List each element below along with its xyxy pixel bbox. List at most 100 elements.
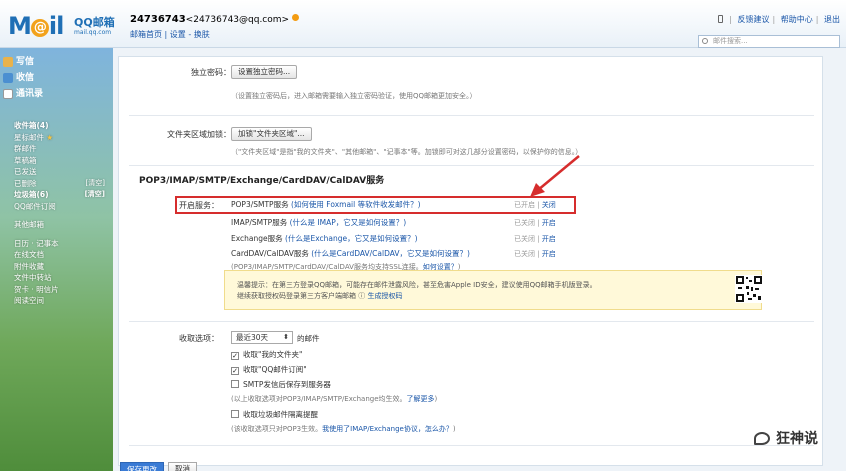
checkbox-smtp-save[interactable]: SMTP发信后保存到服务器: [231, 379, 331, 390]
sidebar-item-starred[interactable]: 星标邮件 ★: [0, 132, 113, 144]
checkbox-junk-reminder[interactable]: 收取垃圾邮件隔离提醒: [231, 409, 318, 420]
sidebar-item-inbox[interactable]: 收件箱(4): [0, 120, 113, 132]
divider: [129, 165, 814, 166]
inbox-icon: [3, 73, 13, 83]
sidebar-item-reading[interactable]: 阅读空间: [0, 295, 113, 307]
warning-text: 温馨提示：在第三方登录QQ邮箱，可能存在邮件泄露风险，甚至危害Apple ID安…: [237, 280, 597, 302]
user-id: 24736743: [130, 14, 186, 25]
qq-mail-logo[interactable]: M @ il QQ邮箱 mail.qq.com: [8, 12, 115, 40]
feedback-link[interactable]: 反馈建议: [738, 15, 770, 24]
help-link[interactable]: 帮助中心: [781, 15, 813, 24]
receive-options-label: 收取选项：: [179, 334, 219, 343]
top-header: M @ il QQ邮箱 mail.qq.com 24736743<24736743@…: [0, 0, 846, 48]
phone-icon[interactable]: [718, 15, 724, 23]
logo-sub-text: mail.qq.com: [74, 29, 112, 36]
service-row-exchange: Exchange服务 (什么是Exchange，它又是如何设置？): [231, 233, 418, 244]
service-name: CardDAV/CalDAV服务: [231, 249, 309, 258]
warning-line-1: 温馨提示：在第三方登录QQ邮箱，可能存在邮件泄露风险，甚至危害Apple ID安…: [237, 281, 597, 289]
checkbox-label: 收取"我的文件夹": [243, 350, 303, 359]
search-icon: [702, 38, 708, 44]
pop3-highlight-box: [175, 196, 576, 214]
checkbox-icon[interactable]: ✓: [231, 352, 239, 360]
pop-section-title: POP3/IMAP/SMTP/Exchange/CardDAV/CalDAV服务: [139, 176, 385, 186]
service-name: IMAP/SMTP服务: [231, 218, 288, 227]
set-independent-password-button[interactable]: 设置独立密码...: [231, 65, 298, 79]
checkbox-subscriptions[interactable]: ✓ 收取"QQ邮件订阅": [231, 364, 307, 375]
compose-label: 写信: [16, 57, 35, 67]
settings-panel: 独立密码： 设置独立密码... （设置独立密码后，进入邮箱需要输入独立密码验证，…: [118, 56, 823, 466]
qr-code-icon: [735, 275, 763, 303]
folder-list: 收件箱(4) 星标邮件 ★ 群邮件 草稿箱 已发送 已删除 [清空] 垃圾箱(6)…: [0, 120, 113, 307]
divider: [129, 321, 814, 322]
receive-label: 收信: [16, 73, 35, 83]
logo-mail-text: M @ il: [8, 12, 64, 40]
sidebar-item-file-transfer[interactable]: 文件中转站: [0, 272, 113, 284]
receive-note: (以上收取选项对POP3/IMAP/SMTP/Exchange均生效。了解更多): [231, 395, 438, 403]
contacts-label: 通讯录: [16, 89, 44, 99]
learn-more-link[interactable]: 了解更多: [407, 395, 435, 403]
checkbox-icon[interactable]: [231, 410, 239, 418]
starred-label: 星标邮件: [14, 132, 44, 142]
cancel-button[interactable]: 取消: [168, 462, 197, 471]
sidebar: 写信 收信 通讯录 收件箱(4) 星标邮件 ★ 群邮件 草稿箱 已发送 已删除 […: [0, 48, 113, 471]
sidebar-item-cards[interactable]: 贺卡 · 明信片: [0, 284, 113, 296]
receive-range-select[interactable]: 最近30天 ⬍: [231, 331, 293, 344]
contacts-button[interactable]: 通讯录: [0, 86, 113, 102]
clear-junk-link[interactable]: [清空]: [85, 189, 105, 201]
checkbox-icon[interactable]: ✓: [231, 367, 239, 375]
receive-note-text: (以上收取选项对POP3/IMAP/SMTP/Exchange均生效。: [231, 395, 407, 403]
user-email: <24736743@qq.com>: [185, 15, 290, 25]
sidebar-item-deleted[interactable]: 已删除 [清空]: [0, 178, 113, 190]
status-text: 已关闭: [514, 250, 535, 258]
sidebar-item-sent[interactable]: 已发送: [0, 166, 113, 178]
checkbox-my-folders[interactable]: ✓ 收取"我的文件夹": [231, 349, 302, 360]
independent-password-note: （设置独立密码后，进入邮箱需要输入独立密码验证，使用QQ邮箱更加安全。）: [231, 92, 477, 100]
deleted-label: 已删除: [14, 178, 37, 188]
warning-line-2: 继续获取授权码登录第三方客户端邮箱: [237, 292, 356, 300]
checkbox-icon[interactable]: [231, 380, 239, 388]
user-account: 24736743<24736743@qq.com>: [130, 14, 300, 25]
junk-note: (该收取选项只对POP3生效。我使用了IMAP/Exchange协议，怎么办？): [231, 425, 456, 433]
user-links[interactable]: 邮箱首页 | 设置 - 换肤: [130, 29, 210, 40]
service-help-link[interactable]: (什么是Exchange，它又是如何设置？): [285, 234, 418, 243]
chevron-down-icon: ⬍: [283, 333, 289, 341]
sidebar-item-drafts[interactable]: 草稿箱: [0, 155, 113, 167]
sidebar-actions: 写信 收信 通讯录: [0, 54, 113, 102]
imap-help-link[interactable]: 我使用了IMAP/Exchange协议，怎么办？: [322, 425, 453, 433]
compose-button[interactable]: 写信: [0, 54, 113, 70]
lock-folder-area-button[interactable]: 加锁"文件夹区域"...: [231, 127, 312, 141]
receive-range-value: 最近30天: [236, 333, 269, 342]
wechat-icon: [754, 432, 770, 445]
warning-dot-icon[interactable]: [292, 14, 300, 21]
generate-auth-code-link[interactable]: 生成授权码: [367, 292, 402, 300]
receive-suffix: 的邮件: [297, 334, 320, 343]
divider: [129, 115, 814, 116]
receive-button[interactable]: 收信: [0, 70, 113, 86]
pencil-icon: [3, 57, 13, 67]
save-changes-button[interactable]: 保存更改: [120, 462, 164, 471]
checkbox-label: 收取垃圾邮件隔离提醒: [243, 410, 318, 419]
search-placeholder: 邮件搜索...: [713, 37, 748, 45]
star-icon: ★: [46, 132, 54, 142]
sidebar-item-attachments[interactable]: 附件收藏: [0, 261, 113, 273]
carddav-toggle-link[interactable]: 开启: [542, 250, 556, 258]
service-status-imap: 已关闭 | 开启: [514, 219, 556, 227]
status-text: 已关闭: [514, 219, 535, 227]
service-help-link[interactable]: (什么是 IMAP，它又是如何设置？): [290, 218, 407, 227]
sidebar-item-other-mailboxes[interactable]: 其他邮箱: [0, 219, 113, 231]
checkbox-label: 收取"QQ邮件订阅": [243, 365, 307, 374]
logout-link[interactable]: 退出: [824, 15, 840, 24]
clear-deleted-link[interactable]: [清空]: [86, 178, 105, 190]
mail-search-input[interactable]: 邮件搜索...: [698, 35, 840, 48]
sidebar-item-subscriptions[interactable]: QQ邮件订阅: [0, 201, 113, 213]
exchange-toggle-link[interactable]: 开启: [542, 235, 556, 243]
divider: [129, 445, 814, 446]
help-circle-icon[interactable]: ⓘ: [358, 292, 365, 300]
sidebar-item-junk[interactable]: 垃圾箱(6) [清空]: [0, 189, 113, 201]
sidebar-item-docs[interactable]: 在线文档: [0, 249, 113, 261]
service-help-link[interactable]: (什么是CardDAV/CalDAV，它又是如何设置？): [311, 249, 470, 258]
sidebar-item-calendar[interactable]: 日历 · 记事本: [0, 238, 113, 250]
imap-toggle-link[interactable]: 开启: [542, 219, 556, 227]
status-text: 已关闭: [514, 235, 535, 243]
sidebar-item-group[interactable]: 群邮件: [0, 143, 113, 155]
